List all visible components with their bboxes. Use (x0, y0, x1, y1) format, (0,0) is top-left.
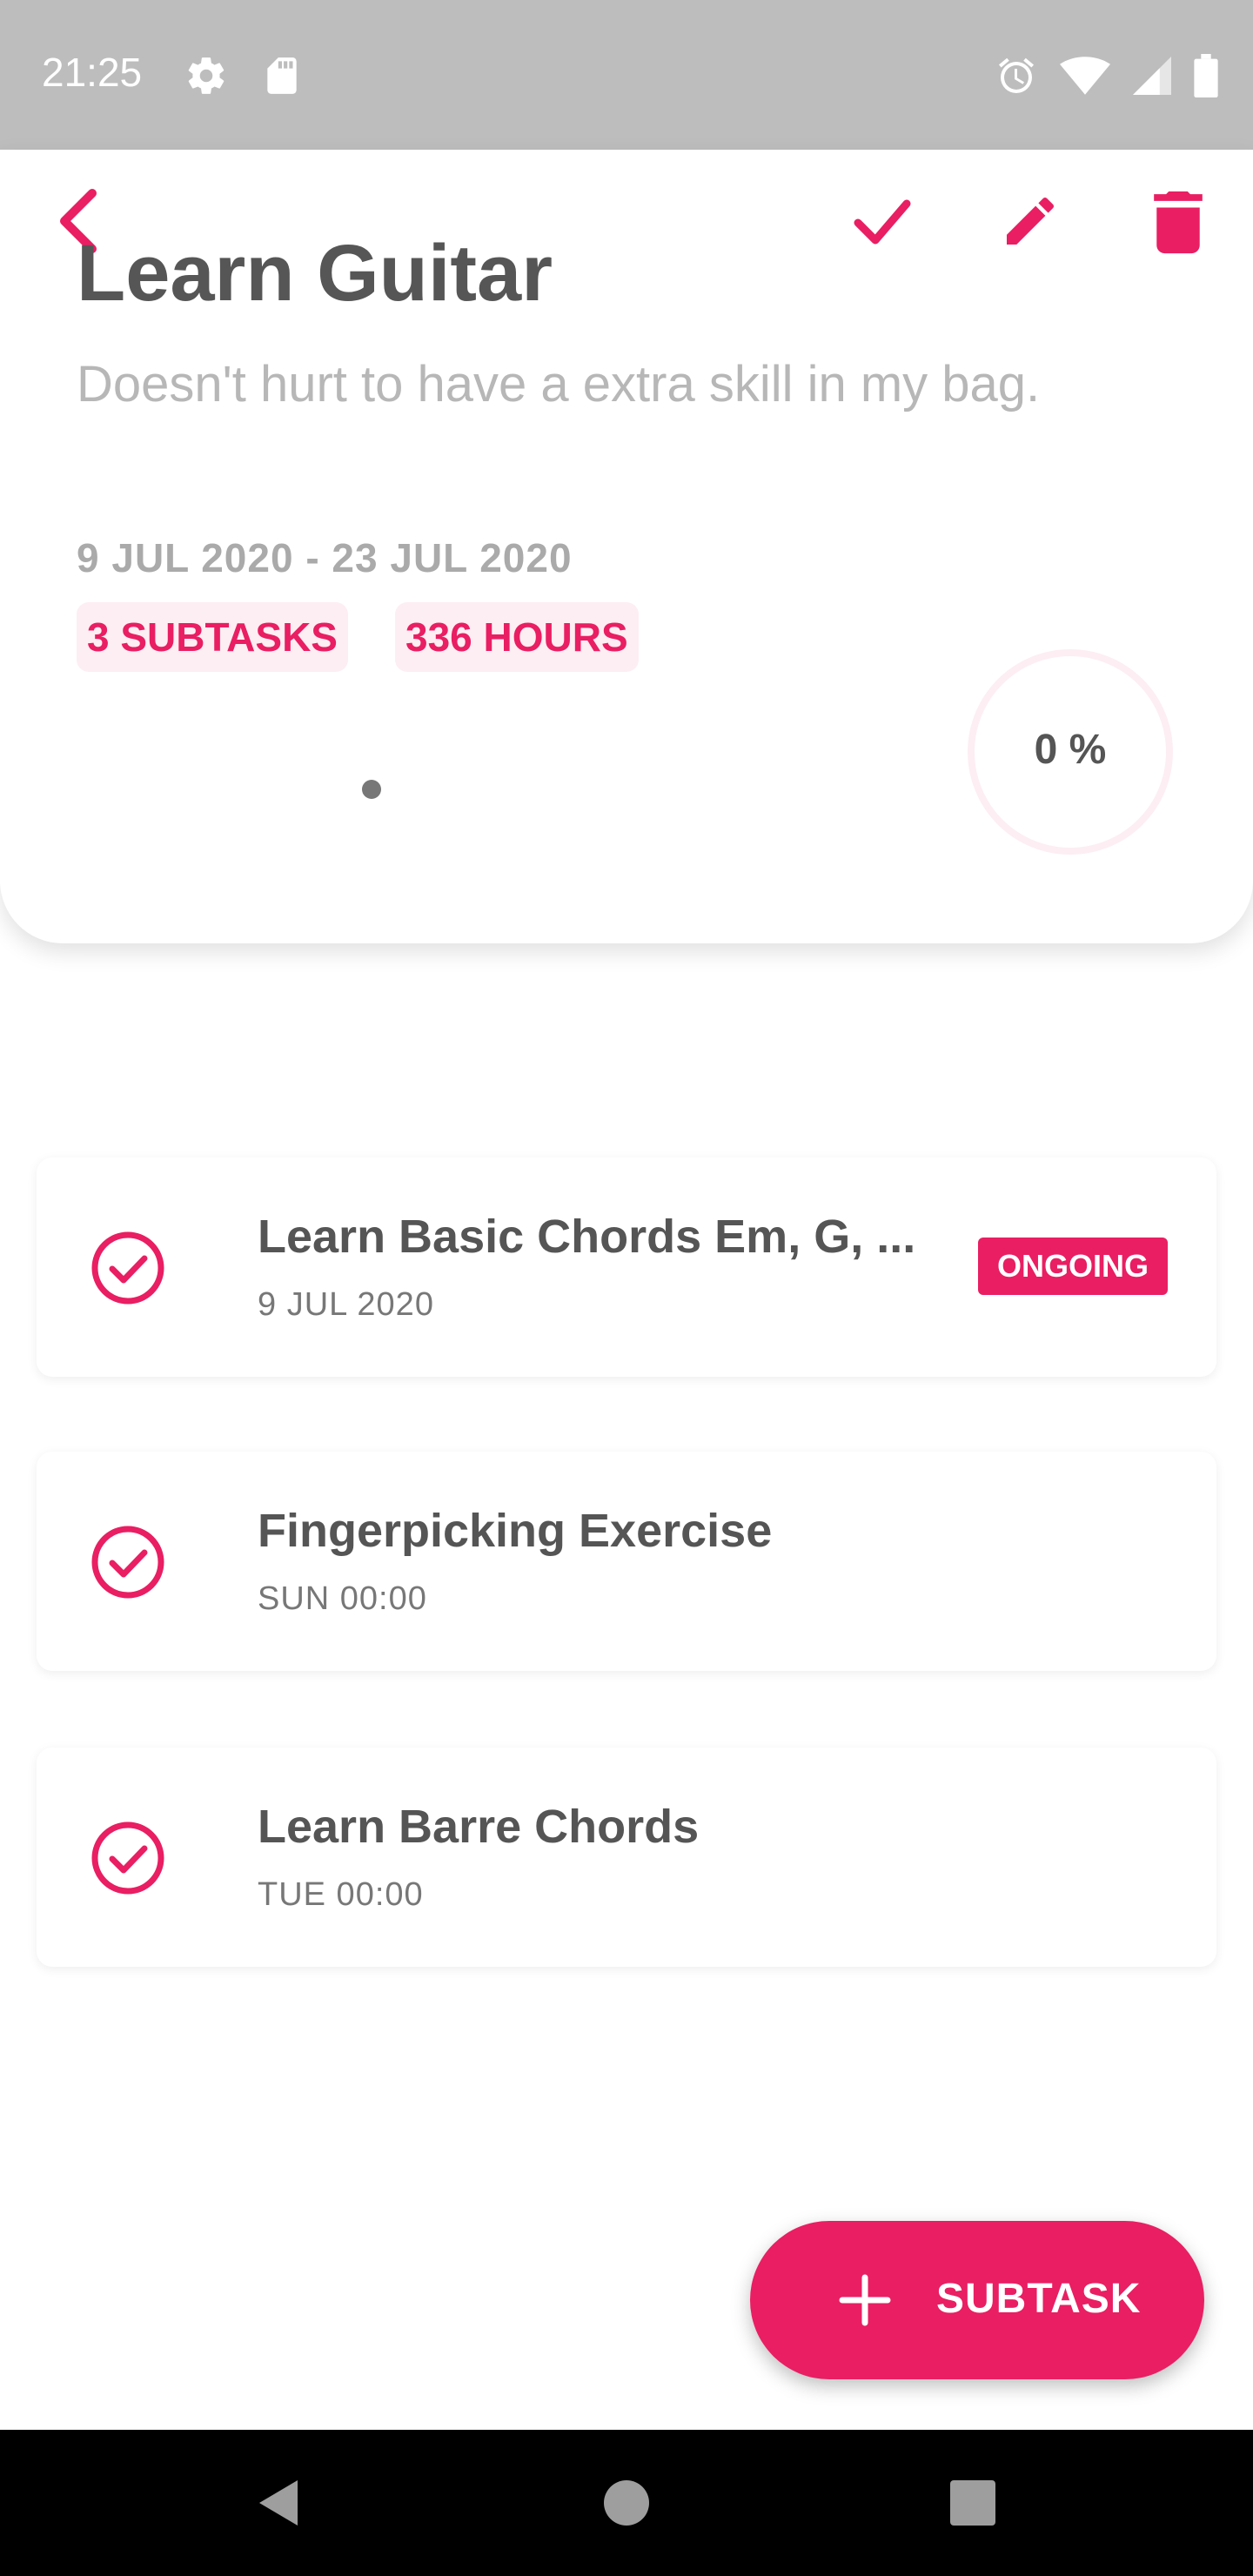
plus-icon (839, 2274, 891, 2326)
battery-icon (1194, 54, 1218, 97)
alarm-icon (995, 55, 1037, 97)
goal-title: Learn Guitar (77, 229, 553, 318)
subtask-card[interactable]: Fingerpicking Exercise SUN 00:00 (37, 1452, 1216, 1671)
nav-back-button[interactable] (238, 2465, 315, 2541)
complete-goal-button[interactable] (839, 179, 926, 266)
subtask-schedule: TUE 00:00 (258, 1876, 424, 1913)
status-bar: 21:25 (0, 0, 1253, 150)
trash-icon (1149, 188, 1208, 258)
status-left-icons (184, 54, 301, 97)
check-icon (851, 195, 914, 252)
subtask-date: 9 JUL 2020 (258, 1286, 434, 1323)
system-nav-bar (0, 2430, 1253, 2576)
check-circle-icon[interactable] (89, 1819, 167, 1897)
status-time: 21:25 (42, 50, 143, 95)
subtask-card[interactable]: Learn Basic Chords Em, G, ... 9 JUL 2020… (37, 1157, 1216, 1377)
nav-home-button[interactable] (588, 2465, 665, 2541)
check-circle-icon[interactable] (89, 1229, 167, 1307)
back-triangle-icon (259, 2480, 298, 2526)
progress-label: 0 % (1034, 727, 1107, 773)
goal-date-range: 9 JUL 2020 - 23 JUL 2020 (77, 535, 573, 580)
signal-icon (1133, 56, 1171, 96)
subtask-schedule: SUN 00:00 (258, 1580, 427, 1617)
wifi-icon (1060, 56, 1110, 96)
gear-icon (184, 54, 228, 97)
recents-square-icon (950, 2480, 995, 2526)
check-circle-icon[interactable] (89, 1523, 167, 1601)
edit-icon (999, 190, 1062, 257)
delete-goal-button[interactable] (1135, 179, 1222, 266)
subtask-title: Fingerpicking Exercise (258, 1505, 773, 1557)
nav-recents-button[interactable] (935, 2465, 1011, 2541)
add-subtask-button[interactable]: SUBTASK (750, 2221, 1204, 2379)
edit-goal-button[interactable] (987, 179, 1074, 266)
goal-description: Doesn't hurt to have a extra skill in my… (77, 356, 1041, 413)
home-circle-icon (604, 2480, 649, 2526)
subtask-title: Learn Basic Chords Em, G, ... (258, 1211, 916, 1263)
status-badge: ONGOING (977, 1238, 1168, 1295)
add-subtask-label: SUBTASK (936, 2276, 1142, 2322)
subtask-card[interactable]: Learn Barre Chords TUE 00:00 (37, 1748, 1216, 1967)
hours-chip: 336 HOURS (395, 602, 639, 672)
sd-card-icon (263, 54, 301, 97)
subtask-title: Learn Barre Chords (258, 1801, 700, 1853)
subtasks-count-chip: 3 SUBTASKS (77, 602, 348, 672)
status-right-icons (995, 54, 1218, 97)
chip-separator-dot (362, 780, 381, 799)
